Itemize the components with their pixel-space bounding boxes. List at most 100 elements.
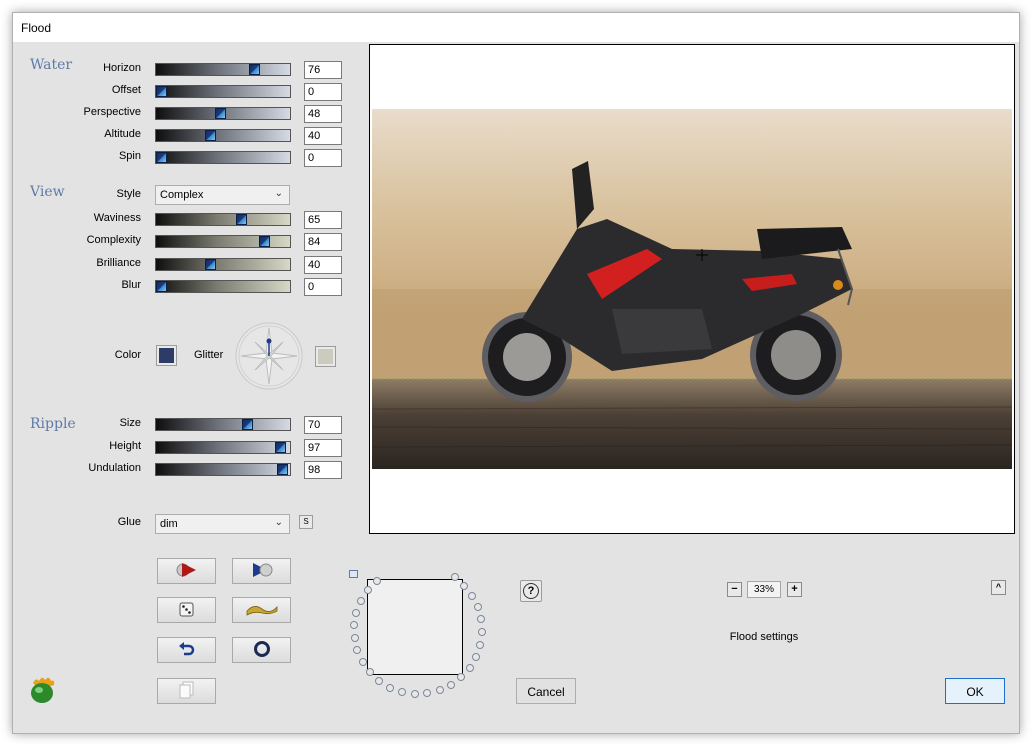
navigator-dot[interactable] <box>358 658 367 666</box>
navigator-dot[interactable] <box>460 581 469 590</box>
collapse-button[interactable]: ^ <box>991 580 1006 595</box>
navigator-dot[interactable] <box>423 689 432 698</box>
slider-thumb[interactable] <box>215 108 226 119</box>
perspective-slider[interactable] <box>155 107 291 120</box>
undo-icon <box>178 640 196 661</box>
horizon-slider[interactable] <box>155 63 291 76</box>
slider-thumb[interactable] <box>236 214 247 225</box>
spin-value-field[interactable]: 0 <box>304 149 342 167</box>
play-red-icon <box>176 562 198 581</box>
brilliance-value-field[interactable]: 40 <box>304 256 342 274</box>
slider-label-undulation: Undulation <box>88 462 141 474</box>
blur-value-field[interactable]: 0 <box>304 278 342 296</box>
style-select[interactable]: Complex ⌄ <box>155 185 290 205</box>
blur-slider[interactable] <box>155 280 291 293</box>
slider-thumb[interactable] <box>156 152 167 163</box>
preview-panel[interactable] <box>369 44 1015 534</box>
size-value-field[interactable]: 70 <box>304 416 342 434</box>
copy-button[interactable] <box>157 678 216 704</box>
preview-photo <box>372 109 1012 469</box>
window-title: Flood <box>21 21 52 35</box>
wave-icon <box>246 602 278 619</box>
height-slider[interactable] <box>155 441 291 454</box>
navigator-dot[interactable] <box>386 683 395 692</box>
navigator-dot[interactable] <box>457 673 466 682</box>
reset-button[interactable] <box>232 637 291 663</box>
horizon-value-field[interactable]: 76 <box>304 61 342 79</box>
slider-thumb[interactable] <box>277 464 288 475</box>
slider-label-offset: Offset <box>111 84 141 96</box>
navigator-dot[interactable] <box>363 586 372 595</box>
navigator-dot[interactable] <box>472 652 481 661</box>
slider-label-height: Height <box>109 440 141 452</box>
slider-label-blur: Blur <box>121 279 141 291</box>
glitter-color-swatch[interactable] <box>315 346 336 367</box>
direction-dial[interactable] <box>235 322 303 390</box>
water-color-swatch[interactable] <box>156 345 177 366</box>
navigator-dot[interactable] <box>375 677 384 685</box>
slider-thumb[interactable] <box>156 86 167 97</box>
play-red-button[interactable] <box>157 558 216 584</box>
navigator-dot[interactable] <box>476 640 485 649</box>
help-button[interactable]: ? <box>520 580 542 602</box>
altitude-slider[interactable] <box>155 129 291 142</box>
navigator-dot[interactable] <box>473 603 482 612</box>
navigator-dot[interactable] <box>357 596 365 605</box>
offset-slider[interactable] <box>155 85 291 98</box>
navigator-dot[interactable] <box>450 573 459 582</box>
complexity-slider[interactable] <box>155 235 291 248</box>
undulation-slider[interactable] <box>155 463 291 476</box>
size-slider[interactable] <box>155 418 291 431</box>
navigator-dot[interactable] <box>477 615 486 624</box>
play-blue-button[interactable] <box>232 558 291 584</box>
slider-thumb[interactable] <box>205 259 216 270</box>
navigator-dot[interactable] <box>410 689 419 698</box>
waviness-value-field[interactable]: 65 <box>304 211 342 229</box>
perspective-value-field[interactable]: 48 <box>304 105 342 123</box>
navigator-preview[interactable] <box>367 579 463 675</box>
slider-thumb[interactable] <box>249 64 260 75</box>
spin-slider[interactable] <box>155 151 291 164</box>
height-value-field[interactable]: 97 <box>304 439 342 457</box>
ok-button[interactable]: OK <box>945 678 1005 704</box>
random-button[interactable] <box>157 597 216 623</box>
navigator-dot[interactable] <box>478 628 486 636</box>
slider-label-brilliance: Brilliance <box>96 257 141 269</box>
slider-thumb[interactable] <box>275 442 286 453</box>
water-color-fill <box>159 348 174 363</box>
style-label: Style <box>116 188 141 200</box>
help-icon: ? <box>523 583 539 599</box>
slider-thumb[interactable] <box>259 236 270 247</box>
navigator-dot[interactable] <box>353 646 362 655</box>
waviness-slider[interactable] <box>155 213 291 226</box>
title-bar: Flood <box>13 13 1019 42</box>
color-label: Color <box>114 349 141 361</box>
slider-thumb[interactable] <box>205 130 216 141</box>
complexity-value-field[interactable]: 84 <box>304 233 342 251</box>
undo-button[interactable] <box>157 637 216 663</box>
offset-value-field[interactable]: 0 <box>304 83 342 101</box>
navigator-dot[interactable] <box>352 608 361 617</box>
navigator-dot[interactable] <box>468 591 476 600</box>
navigator-dot[interactable] <box>350 621 359 630</box>
cancel-button[interactable]: Cancel <box>516 678 576 704</box>
navigator-dot[interactable] <box>366 668 374 677</box>
slider-thumb[interactable] <box>242 419 253 430</box>
zoom-out-button[interactable]: − <box>727 582 742 597</box>
glue-s-button[interactable]: S <box>299 515 313 529</box>
zoom-in-button[interactable]: + <box>787 582 802 597</box>
wave-button[interactable] <box>232 597 291 623</box>
navigator-dot[interactable] <box>435 686 444 695</box>
altitude-value-field[interactable]: 40 <box>304 127 342 145</box>
navigator-dot[interactable] <box>372 577 381 586</box>
slider-thumb[interactable] <box>156 281 167 292</box>
navigator-dot[interactable] <box>465 663 474 672</box>
brilliance-slider[interactable] <box>155 258 291 271</box>
navigator-dot[interactable] <box>350 634 359 642</box>
slider-label-complexity: Complexity <box>86 234 141 246</box>
glue-select[interactable]: dim ⌄ <box>155 514 290 534</box>
undulation-value-field[interactable]: 98 <box>304 461 342 479</box>
navigator-dot[interactable] <box>447 680 456 689</box>
navigator-dot[interactable] <box>398 688 407 696</box>
navigator-wheel[interactable] <box>346 568 506 718</box>
